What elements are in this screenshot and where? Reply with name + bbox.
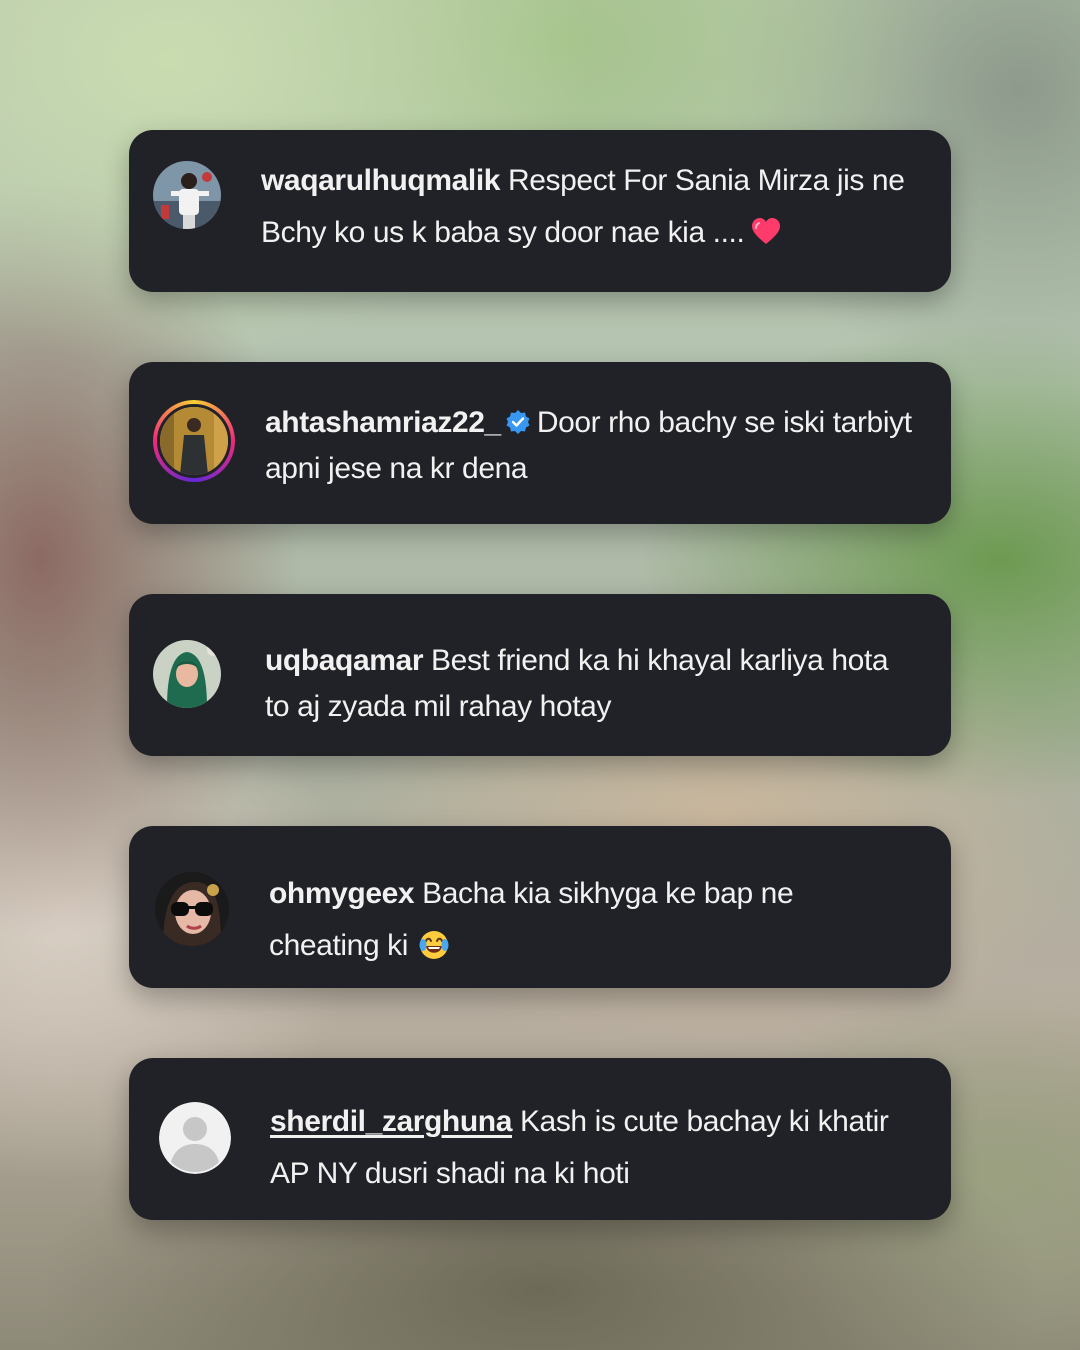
comment-username[interactable]: uqbaqamar xyxy=(265,644,424,677)
cricket-player-avatar[interactable] xyxy=(153,161,221,229)
comment-body: Door rho bachy se iski tarbiyt xyxy=(536,406,912,439)
comment-text: waqarulhuqmalik Respect For Sania Mirza … xyxy=(261,155,915,259)
story-ring-avatar[interactable] xyxy=(153,400,235,482)
comment-text: ahtashamriaz22_ Door rho bachy se iski ta… xyxy=(265,400,915,492)
comment-body: Bacha kia sikhyga ke bap ne xyxy=(422,877,794,910)
default-avatar[interactable] xyxy=(159,1102,231,1174)
comment-username[interactable]: waqarulhuqmalik xyxy=(261,164,500,197)
comment-username[interactable]: sherdil_zarghuna xyxy=(270,1105,512,1138)
hijab-avatar[interactable] xyxy=(153,640,221,708)
tears-of-joy-emoji xyxy=(419,931,449,959)
comment-username[interactable]: ohmygeex xyxy=(269,877,415,910)
sunglasses-avatar[interactable] xyxy=(155,872,229,946)
comment-body: apni jese na kr dena xyxy=(265,452,528,485)
comment-body: Respect For Sania Mirza jis ne xyxy=(508,164,905,197)
comment-card: waqarulhuqmalik Respect For Sania Mirza … xyxy=(129,130,951,292)
comment-username[interactable]: ahtashamriaz22_ xyxy=(265,406,501,439)
comment-body: Best friend ka hi khayal karliya hota xyxy=(431,644,889,677)
comment-body: Bchy ko us k baba sy door nae kia .... xyxy=(261,216,745,249)
comment-body: Kash is cute bachay ki khatir xyxy=(519,1105,889,1138)
comment-card: ohmygeex Bacha kia sikhyga ke bap ne che… xyxy=(129,826,951,988)
verified-badge-icon xyxy=(506,410,530,434)
comment-body: to aj zyada mil rahay hotay xyxy=(265,690,612,723)
comment-body: AP NY dusri shadi na ki hoti xyxy=(270,1157,630,1190)
comment-card: uqbaqamar Best friend ka hi khayal karli… xyxy=(129,594,951,756)
heart-emoji xyxy=(752,218,781,244)
comment-text: uqbaqamar Best friend ka hi khayal karli… xyxy=(265,638,915,730)
comment-text: sherdil_zarghuna Kash is cute bachay ki … xyxy=(270,1096,915,1200)
comment-body: cheating ki xyxy=(269,929,409,962)
comment-card: ahtashamriaz22_ Door rho bachy se iski ta… xyxy=(129,362,951,524)
comment-text: ohmygeex Bacha kia sikhyga ke bap ne che… xyxy=(269,868,915,972)
comment-card: sherdil_zarghuna Kash is cute bachay ki … xyxy=(129,1058,951,1220)
